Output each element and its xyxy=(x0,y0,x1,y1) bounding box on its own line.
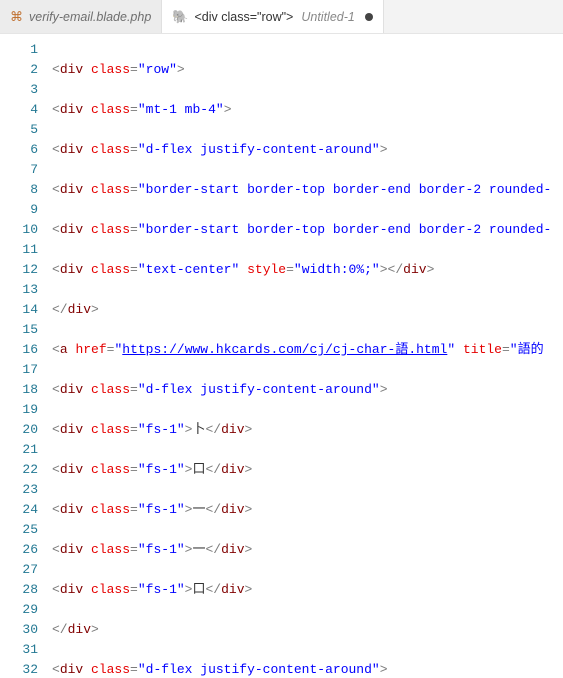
line-number: 4 xyxy=(0,100,38,120)
tab-bar: ⌘ verify-email.blade.php 🐘 <div class="r… xyxy=(0,0,563,34)
line-gutter: 1 2 3 4 5 6 7 8 9 10 11 12 13 14 15 16 1… xyxy=(0,34,52,678)
line-number: 11 xyxy=(0,240,38,260)
line-number: 28 xyxy=(0,580,38,600)
line-number: 32 xyxy=(0,660,38,678)
code-line: <div class="d-flex justify-content-aroun… xyxy=(52,140,551,160)
code-line: <div class="d-flex justify-content-aroun… xyxy=(52,660,551,678)
line-number: 5 xyxy=(0,120,38,140)
tab-verify-email[interactable]: ⌘ verify-email.blade.php xyxy=(0,0,162,33)
line-number: 24 xyxy=(0,500,38,520)
line-number: 19 xyxy=(0,400,38,420)
code-line: <a href="https://www.hkcards.com/cj/cj-c… xyxy=(52,340,551,360)
line-number: 16 xyxy=(0,340,38,360)
code-line: <div class="text-center" style="width:0%… xyxy=(52,260,551,280)
code-line: <div class="fs-1">一</div> xyxy=(52,500,551,520)
line-number: 21 xyxy=(0,440,38,460)
line-number: 10 xyxy=(0,220,38,240)
line-number: 17 xyxy=(0,360,38,380)
php-icon: 🐘 xyxy=(172,9,188,25)
line-number: 22 xyxy=(0,460,38,480)
code-area[interactable]: <div class="row"> <div class="mt-1 mb-4"… xyxy=(52,34,551,678)
line-number: 15 xyxy=(0,320,38,340)
line-number: 1 xyxy=(0,40,38,60)
line-number: 8 xyxy=(0,180,38,200)
tab-suffix: Untitled-1 xyxy=(301,10,355,24)
code-line: <div class="row"> xyxy=(52,60,551,80)
line-number: 23 xyxy=(0,480,38,500)
code-line: <div class="border-start border-top bord… xyxy=(52,220,551,240)
line-number: 13 xyxy=(0,280,38,300)
code-line: <div class="mt-1 mb-4"> xyxy=(52,100,551,120)
line-number: 3 xyxy=(0,80,38,100)
line-number: 14 xyxy=(0,300,38,320)
line-number: 25 xyxy=(0,520,38,540)
line-number: 9 xyxy=(0,200,38,220)
line-number: 7 xyxy=(0,160,38,180)
code-line: </div> xyxy=(52,300,551,320)
line-number: 20 xyxy=(0,420,38,440)
code-line: <div class="d-flex justify-content-aroun… xyxy=(52,380,551,400)
line-number: 6 xyxy=(0,140,38,160)
code-line: <div class="fs-1">口</div> xyxy=(52,460,551,480)
code-line: <div class="fs-1">卜</div> xyxy=(52,420,551,440)
line-number: 26 xyxy=(0,540,38,560)
code-line: <div class="fs-1">口</div> xyxy=(52,580,551,600)
line-number: 2 xyxy=(0,60,38,80)
code-line: <div class="border-start border-top bord… xyxy=(52,180,551,200)
editor: 1 2 3 4 5 6 7 8 9 10 11 12 13 14 15 16 1… xyxy=(0,34,563,678)
line-number: 12 xyxy=(0,260,38,280)
code-line: </div> xyxy=(52,620,551,640)
line-number: 30 xyxy=(0,620,38,640)
tab-label: <div class="row"> xyxy=(194,10,293,24)
line-number: 31 xyxy=(0,640,38,660)
blade-icon: ⌘ xyxy=(10,9,23,25)
tab-label: verify-email.blade.php xyxy=(29,10,151,24)
modified-dot-icon xyxy=(365,13,373,21)
code-line: <div class="fs-1">一</div> xyxy=(52,540,551,560)
line-number: 29 xyxy=(0,600,38,620)
tab-untitled-1[interactable]: 🐘 <div class="row"> Untitled-1 xyxy=(162,0,384,33)
line-number: 27 xyxy=(0,560,38,580)
line-number: 18 xyxy=(0,380,38,400)
